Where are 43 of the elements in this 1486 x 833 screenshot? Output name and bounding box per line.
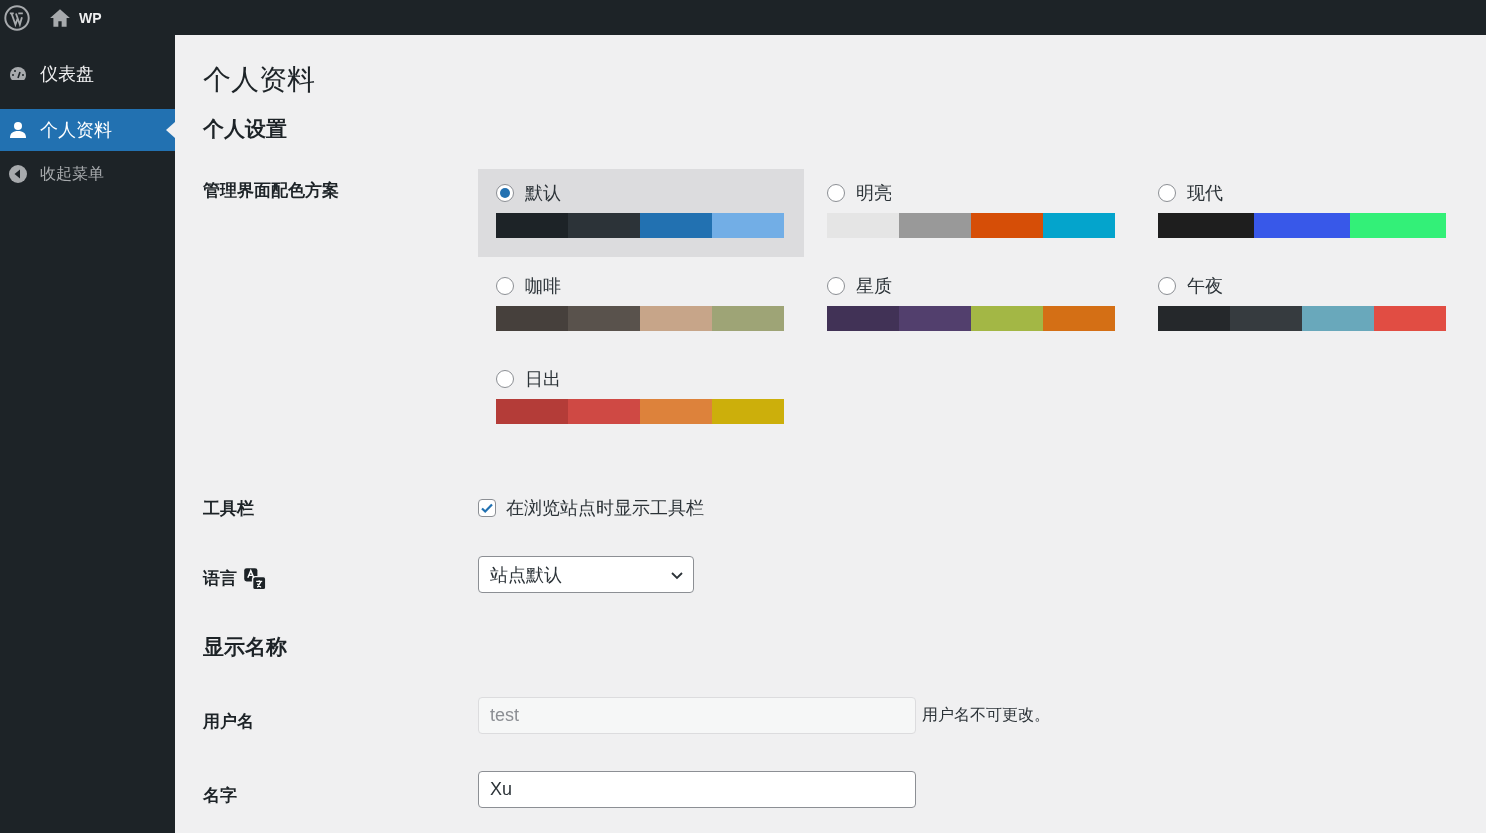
- scheme-option[interactable]: 午夜: [1140, 262, 1466, 350]
- checkbox-label: 在浏览站点时显示工具栏: [506, 497, 704, 520]
- radio-button[interactable]: [496, 370, 514, 388]
- user-icon: [8, 120, 28, 140]
- translation-icon: [243, 566, 267, 591]
- current-menu-pointer: [166, 122, 175, 138]
- site-name-link[interactable]: WP: [79, 9, 102, 26]
- scheme-name: 明亮: [856, 182, 892, 205]
- radio-button[interactable]: [1158, 184, 1176, 202]
- scheme-name: 午夜: [1187, 275, 1223, 298]
- field-label: 用户名: [203, 711, 255, 733]
- selected-scheme-option[interactable]: 默认: [478, 169, 804, 257]
- wordpress-logo-icon[interactable]: [4, 4, 30, 31]
- language-select[interactable]: 站点默认: [478, 556, 694, 593]
- field-description: 用户名不可更改。: [922, 705, 1050, 725]
- section-heading: 个人设置: [203, 116, 288, 142]
- field-label: 语言: [203, 568, 237, 590]
- scheme-name: 星质: [856, 275, 892, 298]
- checkbox[interactable]: [478, 499, 496, 517]
- radio-button[interactable]: [827, 184, 845, 202]
- scheme-name: 咖啡: [525, 275, 561, 298]
- scheme-option[interactable]: 咖啡: [478, 262, 804, 350]
- section-heading: 显示名称: [203, 634, 288, 660]
- radio-button[interactable]: [1158, 277, 1176, 295]
- page-title: 个人资料: [203, 63, 316, 97]
- sidebar-item[interactable]: 仪表盘: [0, 53, 175, 95]
- collapse-icon: [8, 164, 28, 184]
- scheme-option[interactable]: 明亮: [809, 169, 1135, 257]
- first-name-field[interactable]: Xu: [478, 771, 916, 808]
- radio-button[interactable]: [827, 277, 845, 295]
- sidebar-item[interactable]: 个人资料: [0, 109, 175, 151]
- field-label: 工具栏: [203, 497, 255, 520]
- sidebar-item[interactable]: 收起菜单: [0, 153, 175, 195]
- field-label: 管理界面配色方案: [203, 180, 340, 202]
- scheme-name: 日出: [525, 368, 561, 391]
- scheme-option[interactable]: 星质: [809, 262, 1135, 350]
- radio-button[interactable]: [496, 184, 514, 202]
- scheme-option[interactable]: 现代: [1140, 169, 1466, 257]
- radio-button[interactable]: [496, 277, 514, 295]
- scheme-option[interactable]: 日出: [478, 355, 804, 443]
- field-label: 名字: [203, 785, 238, 807]
- scheme-name: 默认: [525, 182, 561, 205]
- scheme-name: 现代: [1187, 182, 1223, 205]
